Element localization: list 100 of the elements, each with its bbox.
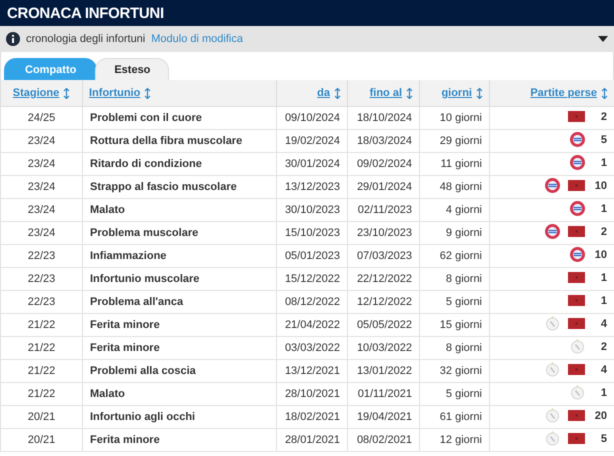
- crest-icon: [545, 178, 560, 193]
- flag-icon: [568, 226, 585, 237]
- table-cell: 23/24: [28, 227, 56, 239]
- crest-icon: [570, 155, 585, 170]
- games-count: 5: [600, 134, 607, 146]
- flag-icon: [568, 364, 585, 375]
- table-cell: 20/21: [28, 434, 56, 446]
- flag-icon: [568, 180, 585, 191]
- table-cell: 05/05/2022: [356, 319, 412, 331]
- table-cell: 01/11/2021: [358, 388, 412, 400]
- table-cell: 23/24: [28, 158, 56, 170]
- table-cell: 4 giorni: [446, 204, 482, 216]
- table-cell: 13/12/2023: [284, 181, 340, 193]
- sort-icon: [601, 88, 608, 98]
- crest-icon: [545, 316, 560, 331]
- column-header[interactable]: Infortunio: [89, 87, 140, 99]
- sort-icon: [63, 88, 70, 98]
- crest-icon: [570, 247, 585, 262]
- table-cell: 18/10/2024: [356, 112, 412, 124]
- table-cell: Ferita minore: [90, 434, 160, 446]
- table-cell: 21/04/2022: [284, 319, 340, 331]
- table-cell: 09/10/2024: [284, 112, 340, 124]
- table-cell: 10/03/2022: [356, 342, 412, 354]
- table-cell: 18/02/2021: [284, 411, 340, 423]
- crest-icon: [570, 339, 585, 354]
- table-cell: 22/23: [28, 250, 56, 262]
- flag-icon: [568, 433, 585, 444]
- table-cell: 29/01/2024: [356, 181, 412, 193]
- table-cell: 23/24: [28, 181, 56, 193]
- info-text: cronologia degli infortuni: [26, 33, 146, 45]
- table-cell: 15/12/2022: [284, 273, 340, 285]
- table-cell: 8 giorni: [446, 342, 482, 354]
- edit-link[interactable]: Modulo di modifica: [151, 33, 243, 45]
- column-header[interactable]: da: [317, 87, 330, 99]
- table-cell: 07/03/2023: [356, 250, 412, 262]
- games-count: 2: [600, 226, 607, 238]
- table-cell: 13/01/2022: [356, 365, 412, 377]
- table-cell: 20/21: [28, 411, 56, 423]
- table-cell: 30/10/2023: [284, 204, 340, 216]
- table-cell: 23/24: [28, 135, 56, 147]
- table-cell: Infortunio muscolare: [90, 273, 200, 285]
- table-cell: Rottura della fibra muscolare: [90, 135, 242, 147]
- table-cell: 15 giorni: [440, 319, 482, 331]
- table-cell: 21/22: [28, 342, 56, 354]
- table-cell: 29 giorni: [440, 135, 482, 147]
- flag-icon: [568, 295, 585, 306]
- table-cell: 05/01/2023: [284, 250, 340, 262]
- crest-icon: [570, 385, 585, 400]
- info-icon: [6, 32, 20, 46]
- sort-icon: [476, 88, 483, 98]
- table-cell: 19/02/2024: [284, 135, 340, 147]
- games-count: 1: [600, 294, 607, 307]
- table-cell: 23/10/2023: [356, 227, 412, 239]
- table-cell: 22/23: [28, 273, 56, 285]
- table-cell: 10 giorni: [440, 112, 482, 124]
- games-count: 2: [600, 340, 607, 352]
- table-cell: 28/01/2021: [284, 434, 340, 446]
- table-cell: Infortunio agli occhi: [90, 411, 196, 423]
- table-cell: 03/03/2022: [284, 342, 340, 354]
- table-cell: 48 giorni: [440, 181, 482, 193]
- games-count: 10: [594, 180, 607, 192]
- games-count: 5: [600, 432, 607, 444]
- crest-icon: [545, 408, 560, 423]
- table-cell: 18/03/2024: [356, 135, 412, 147]
- table-cell: Ritardo di condizione: [90, 158, 202, 170]
- table-cell: 32 giorni: [440, 365, 482, 377]
- view-tab[interactable]: Esteso: [95, 58, 170, 80]
- games-count: 4: [600, 318, 607, 330]
- view-tab[interactable]: Compatto: [4, 58, 98, 80]
- table-cell: Malato: [90, 204, 125, 216]
- table-cell: 21/22: [28, 388, 56, 400]
- games-count: 1: [600, 156, 607, 168]
- games-count: 1: [600, 202, 607, 214]
- table-cell: Problemi con il cuore: [90, 112, 202, 124]
- sort-icon: [406, 88, 413, 98]
- table-cell: Ferita minore: [90, 319, 160, 331]
- games-count: 2: [600, 110, 607, 123]
- crest-icon: [545, 431, 560, 446]
- table-cell: 28/10/2021: [284, 388, 340, 400]
- table-cell: 08/12/2022: [284, 296, 340, 308]
- table-cell: 5 giorni: [446, 388, 482, 400]
- crest-icon: [570, 201, 585, 216]
- crest-icon: [570, 132, 585, 147]
- table-cell: 8 giorni: [446, 273, 482, 285]
- games-count: 4: [600, 364, 607, 376]
- table-cell: Problema all'anca: [90, 296, 184, 308]
- table-cell: 23/24: [28, 204, 56, 216]
- flag-icon: [568, 272, 585, 284]
- flag-icon: [568, 318, 585, 329]
- table-cell: 09/02/2024: [356, 158, 412, 170]
- games-count: 10: [594, 248, 607, 260]
- table-cell: 30/01/2024: [284, 158, 340, 170]
- table-cell: 22/12/2022: [356, 273, 412, 285]
- table-cell: Strappo al fascio muscolare: [90, 181, 237, 193]
- table-cell: 62 giorni: [440, 250, 482, 262]
- sort-icon: [144, 88, 152, 98]
- table-cell: 13/12/2021: [284, 365, 340, 377]
- table-cell: 15/10/2023: [284, 227, 340, 239]
- table-cell: 02/11/2023: [358, 204, 412, 216]
- caret-icon[interactable]: [598, 36, 608, 42]
